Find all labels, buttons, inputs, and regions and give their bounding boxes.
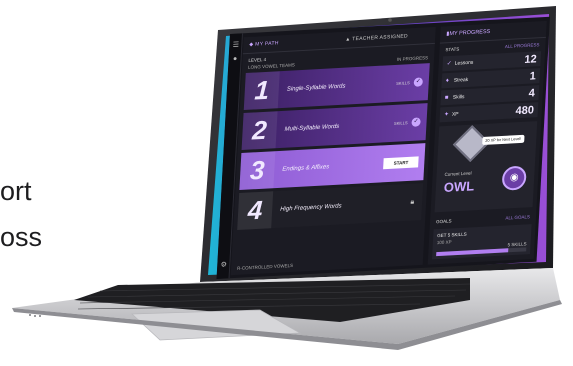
tab-my-path[interactable]: ◆ MY PATH: [243, 37, 339, 48]
unit-title: Single-Syllable Words: [286, 83, 346, 93]
start-button[interactable]: START: [383, 156, 419, 170]
level-status[interactable]: IN PROGRESS: [397, 55, 429, 62]
unit-skills-label: SKILLS: [396, 80, 410, 86]
check-icon: ✓: [413, 77, 424, 87]
stat-xp: ✦ XP 480: [439, 102, 539, 123]
unit-card-2[interactable]: 2 Multi-Syllable Words SKILLS ✓: [241, 103, 428, 151]
current-level-label: Current Level: [444, 170, 472, 177]
my-progress-panel: ▮ MY PROGRESS STATS ALL PROGRESS ✓ Lesso…: [427, 20, 547, 265]
unit-title: Multi-Syllable Words: [284, 123, 340, 133]
goal-card[interactable]: GET 5 SKILLS 100 XP 5 SKILLS: [431, 224, 532, 260]
stats-label: STATS: [445, 46, 460, 53]
goal-progress-fill: [436, 248, 509, 257]
all-goals-link[interactable]: ALL GOALS: [505, 214, 530, 220]
goal-progress-bar: [436, 247, 527, 257]
app-screen: ☰ ● ⚙ ◆ MY PATH ▲ TEACHER ASSIGNED LEVEL…: [216, 16, 550, 279]
unit-card-1[interactable]: 1 Single-Syllable Words SKILLS ✓: [243, 63, 430, 111]
check-icon: ✓: [411, 117, 421, 127]
all-progress-link[interactable]: ALL PROGRESS: [505, 42, 540, 49]
unit-number: 2: [241, 111, 278, 151]
gear-icon[interactable]: ⚙: [220, 261, 227, 268]
goals-label: GOALS: [435, 218, 452, 225]
unit-number: 4: [237, 191, 274, 231]
unit-title: Endings & Affixes: [282, 163, 330, 173]
user-icon[interactable]: ●: [231, 55, 238, 63]
unit-title: High Frequency Words: [280, 202, 342, 213]
unit-number: 1: [243, 71, 280, 111]
next-level-tooltip: 20 XP for Next Level!: [482, 134, 525, 146]
my-path-panel: ◆ MY PATH ▲ TEACHER ASSIGNED LEVEL 4 LON…: [230, 26, 436, 276]
current-level-card: 20 XP for Next Level! Current Level OWL …: [434, 121, 538, 213]
unit-skills-label: SKILLS: [393, 120, 408, 126]
tab-teacher-assigned[interactable]: ▲ TEACHER ASSIGNED: [339, 32, 435, 43]
lock-icon: 🔒︎: [410, 198, 415, 206]
level-subtitle: LONG VOWEL TEAMS: [247, 62, 296, 70]
current-level-name: OWL: [443, 178, 475, 195]
menu-icon[interactable]: ☰: [232, 41, 240, 48]
next-level-label: R-CONTROLLED VOWELS: [236, 262, 294, 271]
unit-number: 3: [239, 151, 276, 191]
unit-card-3[interactable]: 3 Endings & Affixes START: [239, 143, 426, 191]
owl-icon: ◉: [501, 165, 527, 191]
unit-card-4: 4 High Frequency Words 🔒︎: [237, 183, 424, 231]
